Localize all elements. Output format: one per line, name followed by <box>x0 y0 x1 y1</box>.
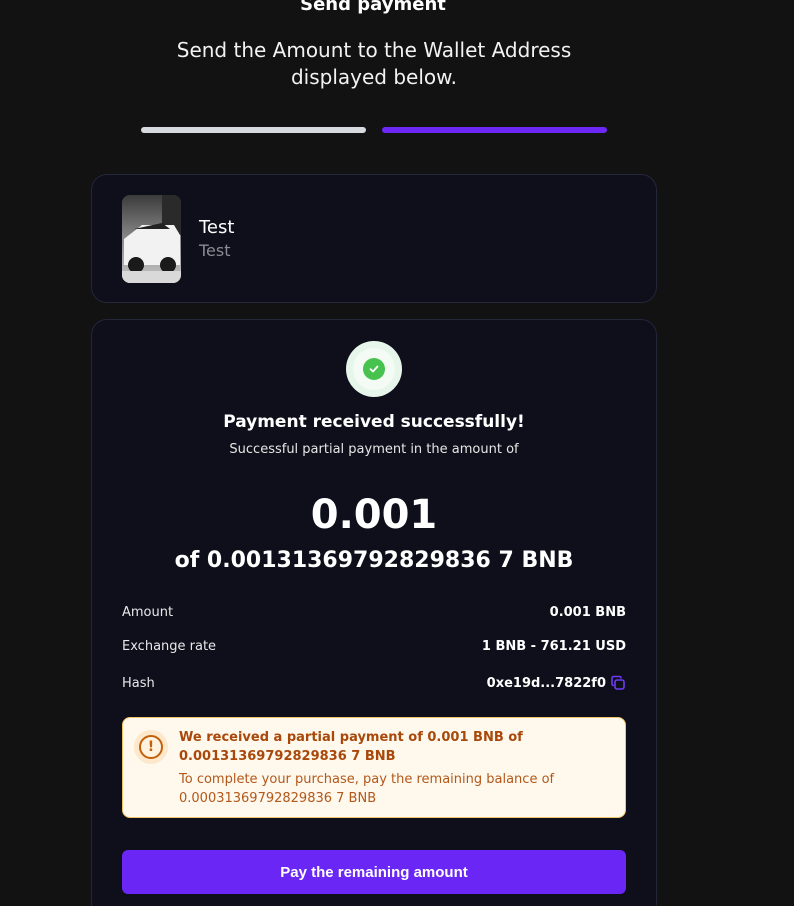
product-name: Test <box>199 217 235 238</box>
detail-row-rate: Exchange rate 1 BNB - 761.21 USD <box>122 636 626 656</box>
page-title: Send payment <box>300 0 446 15</box>
alert-icon: ! <box>134 730 168 764</box>
pay-remaining-button[interactable]: Pay the remaining amount <box>122 850 626 894</box>
check-circle-icon <box>346 341 402 397</box>
copy-icon[interactable] <box>610 675 626 691</box>
payment-status-card: Payment received successfully! Successfu… <box>91 319 657 906</box>
progress-step-1 <box>141 127 366 133</box>
product-subtitle: Test <box>199 241 231 260</box>
payment-page: Send payment Send the Amount to the Wall… <box>0 0 794 906</box>
warning-title: We received a partial payment of 0.001 B… <box>179 730 523 764</box>
product-card: Test Test <box>91 174 657 303</box>
amount-label: Amount <box>122 604 174 620</box>
detail-row-amount: Amount 0.001 BNB <box>122 602 626 622</box>
hash-label: Hash <box>122 675 155 691</box>
hash-value[interactable]: 0xe19d...7822f0 <box>487 676 606 691</box>
progress-steps <box>141 127 607 133</box>
amount-value: 0.001 BNB <box>549 604 626 620</box>
amount-total: of 0.00131369792829836 7 BNB <box>174 548 574 573</box>
partial-payment-warning: ! We received a partial payment of 0.001… <box>122 717 626 818</box>
status-title: Payment received successfully! <box>223 412 525 432</box>
amount-received: 0.001 <box>310 492 438 538</box>
warning-text: To complete your purchase, pay the remai… <box>179 772 555 806</box>
exchange-rate-value: 1 BNB - 761.21 USD <box>481 638 626 654</box>
page-subtitle: Send the Amount to the Wallet Address di… <box>176 38 572 89</box>
status-description: Successful partial payment in the amount… <box>229 442 519 457</box>
progress-step-2 <box>382 127 607 133</box>
exchange-rate-label: Exchange rate <box>122 638 217 654</box>
product-thumbnail <box>122 195 181 283</box>
detail-row-hash: Hash 0xe19d...7822f0 <box>122 673 626 693</box>
hash-value-wrap: 0xe19d...7822f0 <box>487 675 626 691</box>
